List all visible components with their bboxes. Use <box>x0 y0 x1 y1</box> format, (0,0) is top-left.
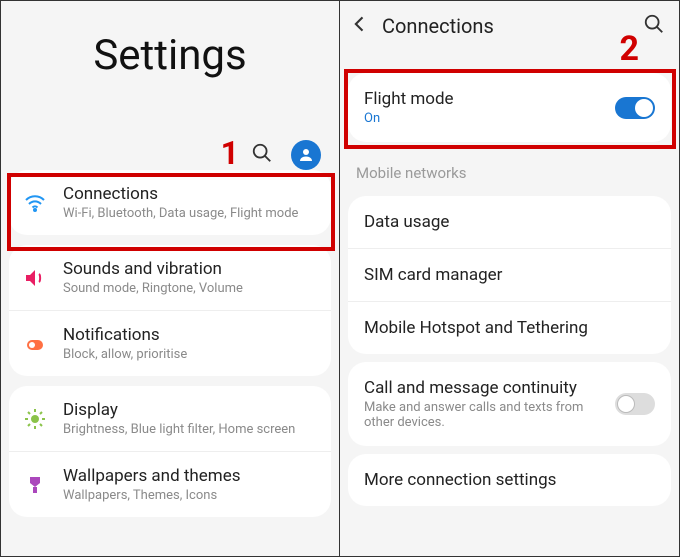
wifi-icon <box>21 189 49 217</box>
connections-pane: Connections 2 Flight mode On Mobile netw… <box>340 1 679 556</box>
continuity-subtitle: Make and answer calls and texts from oth… <box>364 400 605 430</box>
annotation-step-1: 1 <box>221 134 239 172</box>
settings-item-title: Display <box>63 400 319 420</box>
flight-mode-toggle[interactable] <box>615 97 655 119</box>
settings-item-subtitle: Sound mode, Ringtone, Volume <box>63 281 319 296</box>
flight-mode-status: On <box>364 111 605 126</box>
item-title: Data usage <box>364 212 655 232</box>
wallpaper-icon <box>21 471 49 499</box>
display-icon <box>21 405 49 433</box>
connections-list: Flight mode On Mobile networks Data usag… <box>340 73 679 506</box>
settings-item-connections[interactable]: Connections Wi-Fi, Bluetooth, Data usage… <box>9 170 331 235</box>
search-icon[interactable] <box>251 142 273 168</box>
item-title: SIM card manager <box>364 265 655 285</box>
settings-item-title: Sounds and vibration <box>63 259 319 279</box>
annotation-step-2: 2 <box>619 29 639 69</box>
connections-item-text: Call and message continuity Make and ans… <box>364 378 605 430</box>
connections-item-hotspot[interactable]: Mobile Hotspot and Tethering <box>348 301 671 354</box>
header-actions: 1 <box>1 140 339 170</box>
notification-icon <box>21 330 49 358</box>
profile-avatar-icon[interactable] <box>291 140 321 170</box>
settings-item-title: Connections <box>63 184 319 204</box>
connections-item-text: Flight mode On <box>364 89 605 126</box>
connections-item-flight-mode[interactable]: Flight mode On <box>348 73 671 142</box>
settings-item-title: Wallpapers and themes <box>63 466 319 486</box>
settings-item-notifications[interactable]: Notifications Block, allow, prioritise <box>9 310 331 376</box>
back-icon[interactable] <box>350 14 370 38</box>
settings-item-subtitle: Wallpapers, Themes, Icons <box>63 488 319 503</box>
settings-item-text: Connections Wi-Fi, Bluetooth, Data usage… <box>63 184 319 221</box>
settings-item-subtitle: Brightness, Blue light filter, Home scre… <box>63 422 319 437</box>
connections-item-data-usage[interactable]: Data usage <box>348 196 671 248</box>
settings-item-display[interactable]: Display Brightness, Blue light filter, H… <box>9 386 331 451</box>
settings-item-subtitle: Block, allow, prioritise <box>63 347 319 362</box>
continuity-title: Call and message continuity <box>364 378 605 398</box>
settings-item-subtitle: Wi-Fi, Bluetooth, Data usage, Flight mod… <box>63 206 319 221</box>
sound-icon <box>21 264 49 292</box>
connections-item-continuity[interactable]: Call and message continuity Make and ans… <box>348 362 671 446</box>
search-icon[interactable] <box>643 13 665 39</box>
settings-item-text: Sounds and vibration Sound mode, Rington… <box>63 259 319 296</box>
flight-mode-title: Flight mode <box>364 89 605 109</box>
item-title: More connection settings <box>364 470 655 490</box>
page-title: Settings <box>21 31 319 80</box>
settings-pane: Settings 1 Connections Wi-Fi, Bluetooth,… <box>1 1 340 556</box>
settings-list: Connections Wi-Fi, Bluetooth, Data usage… <box>1 170 339 517</box>
settings-item-text: Display Brightness, Blue light filter, H… <box>63 400 319 437</box>
settings-item-title: Notifications <box>63 325 319 345</box>
settings-item-text: Wallpapers and themes Wallpapers, Themes… <box>63 466 319 503</box>
connections-item-more-settings[interactable]: More connection settings <box>348 454 671 506</box>
settings-item-wallpapers[interactable]: Wallpapers and themes Wallpapers, Themes… <box>9 451 331 517</box>
connections-title: Connections <box>382 14 631 38</box>
connections-item-sim-manager[interactable]: SIM card manager <box>348 248 671 301</box>
item-title: Mobile Hotspot and Tethering <box>364 318 655 338</box>
continuity-toggle[interactable] <box>615 393 655 415</box>
settings-item-sounds[interactable]: Sounds and vibration Sound mode, Rington… <box>9 245 331 310</box>
settings-item-text: Notifications Block, allow, prioritise <box>63 325 319 362</box>
section-label-mobile-networks: Mobile networks <box>340 150 679 188</box>
settings-header: Settings <box>1 1 339 140</box>
